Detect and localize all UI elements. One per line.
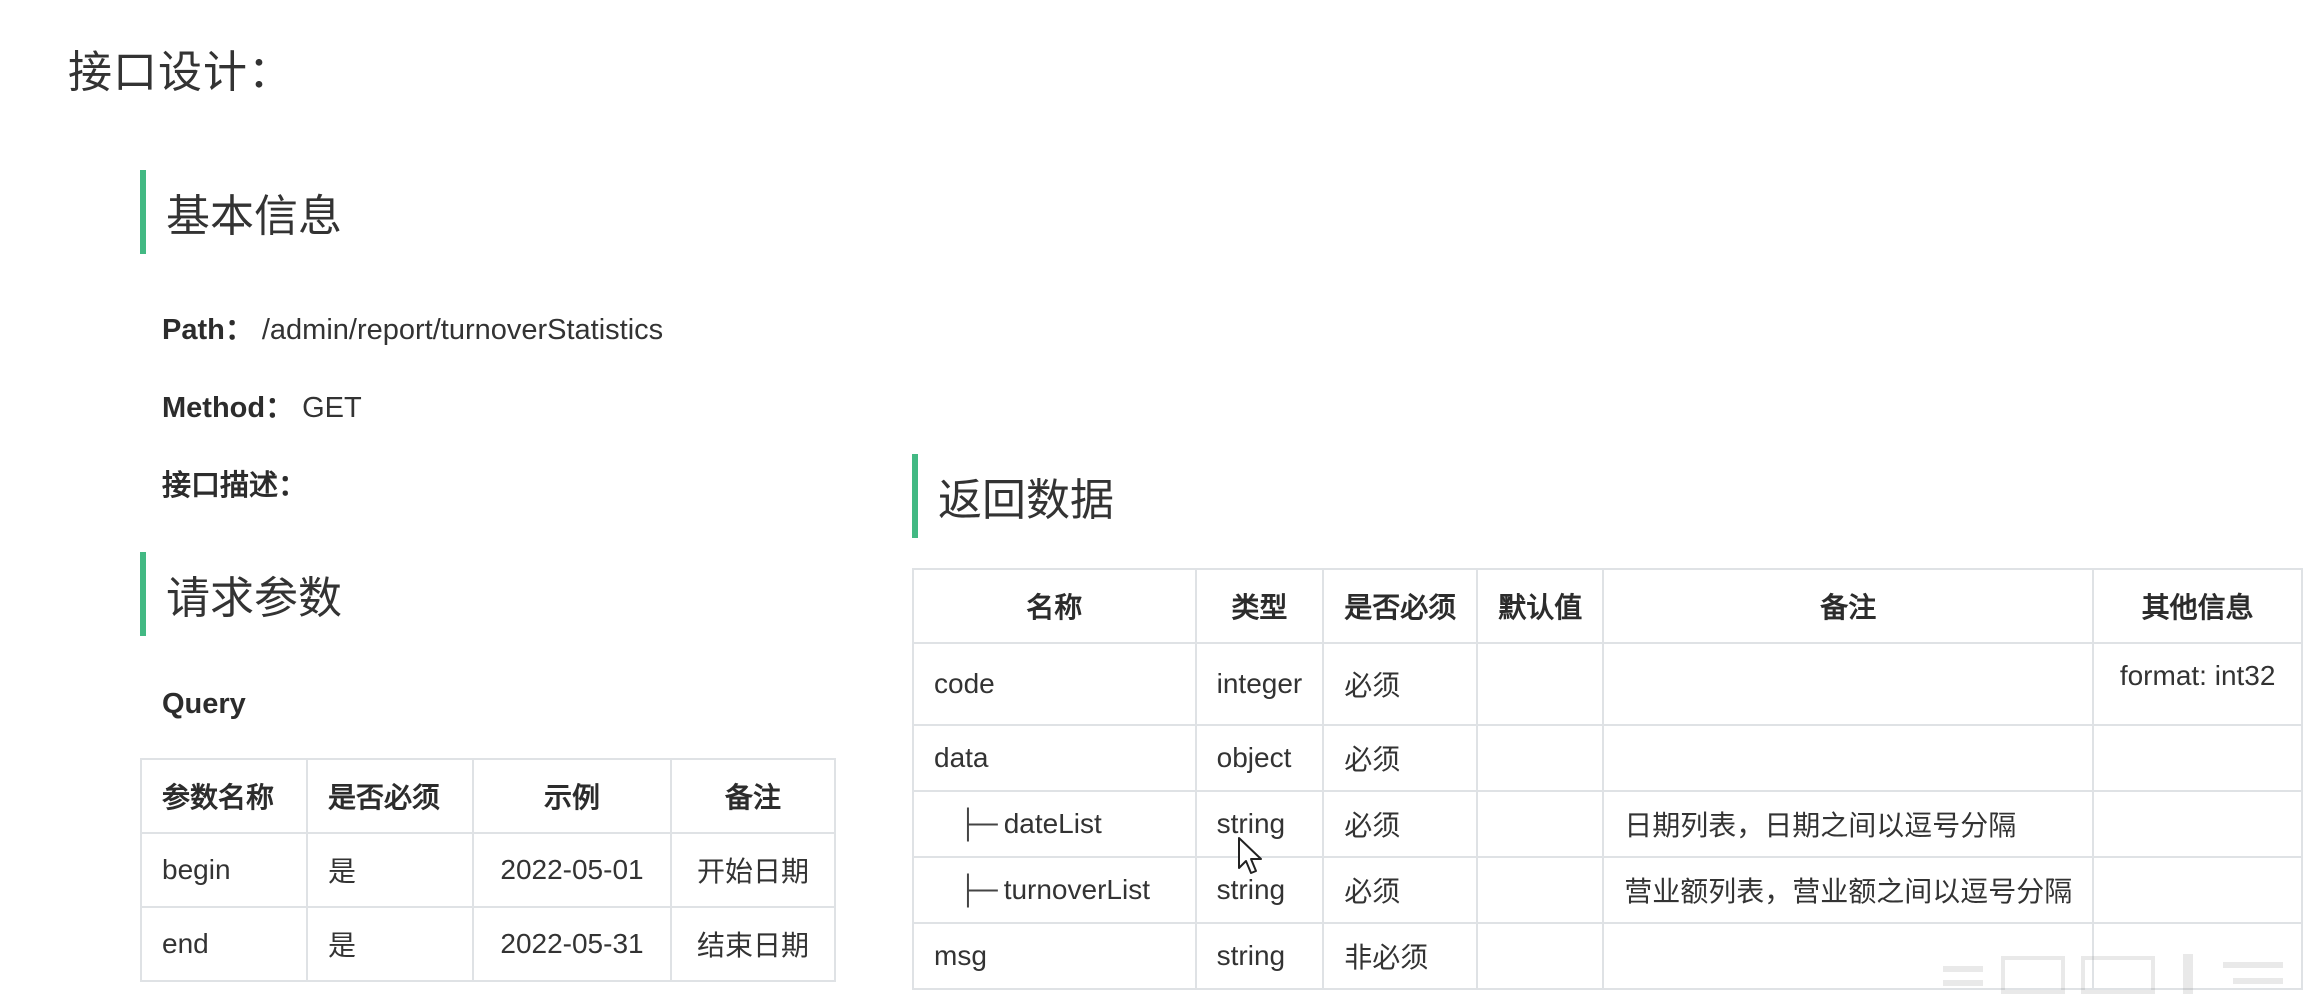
table-header-cell: 参数名称 bbox=[140, 758, 308, 834]
watermark-logo-icon bbox=[1943, 954, 2283, 994]
table-header-cell: 示例 bbox=[472, 758, 672, 834]
field-remark-cell bbox=[1602, 724, 2095, 792]
field-required-cell: 必须 bbox=[1322, 642, 1479, 726]
response-data-heading: 返回数据 bbox=[912, 454, 1114, 538]
field-type-cell: string bbox=[1194, 922, 1325, 990]
method-value: GET bbox=[302, 392, 362, 424]
table-row: begin 是 2022-05-01 开始日期 bbox=[140, 832, 836, 908]
field-type-cell: object bbox=[1194, 724, 1325, 792]
basic-info-heading: 基本信息 bbox=[140, 170, 342, 254]
desc-label: 接口描述： bbox=[162, 470, 308, 502]
field-other-cell: format: int32 bbox=[2092, 642, 2303, 726]
query-params-table: 参数名称 是否必须 示例 备注 begin 是 2022-05-01 开始日期 … bbox=[140, 758, 836, 982]
method-label: Method： bbox=[162, 392, 295, 424]
field-required-cell: 必须 bbox=[1322, 856, 1479, 924]
field-name-cell: ├─ dateList bbox=[912, 790, 1197, 858]
field-remark-cell: 日期列表，日期之间以逗号分隔 bbox=[1602, 790, 2095, 858]
table-header-row: 参数名称 是否必须 示例 备注 bbox=[140, 758, 836, 834]
field-remark-cell: 营业额列表，营业额之间以逗号分隔 bbox=[1602, 856, 2095, 924]
table-row: end 是 2022-05-31 结束日期 bbox=[140, 906, 836, 982]
field-other-cell bbox=[2092, 790, 2303, 858]
table-cell: 结束日期 bbox=[670, 906, 836, 982]
heading-accent-bar bbox=[140, 552, 146, 636]
method-line: Method： GET bbox=[162, 384, 362, 426]
table-header-cell: 名称 bbox=[912, 568, 1197, 644]
mouse-cursor-icon bbox=[1238, 837, 1262, 874]
table-header-row: 名称 类型 是否必须 默认值 备注 其他信息 bbox=[912, 568, 2303, 644]
response-data-heading-text: 返回数据 bbox=[938, 476, 1114, 525]
table-cell: end bbox=[140, 906, 308, 982]
heading-accent-bar bbox=[140, 170, 146, 254]
request-params-heading: 请求参数 bbox=[140, 552, 342, 636]
table-row: ├─ turnoverList string 必须 营业额列表，营业额之间以逗号分… bbox=[912, 856, 2303, 924]
path-line: Path：/admin/report/turnoverStatistics bbox=[162, 306, 663, 348]
table-cell: 是 bbox=[306, 906, 474, 982]
table-cell: 开始日期 bbox=[670, 832, 836, 908]
table-header-cell: 是否必须 bbox=[1322, 568, 1479, 644]
field-other-cell bbox=[2092, 724, 2303, 792]
field-default-cell bbox=[1476, 790, 1605, 858]
field-default-cell bbox=[1476, 856, 1605, 924]
field-default-cell bbox=[1476, 724, 1605, 792]
table-row: data object 必须 bbox=[912, 724, 2303, 792]
tree-branch-glyph: ├─ bbox=[958, 808, 998, 839]
basic-info-heading-text: 基本信息 bbox=[166, 192, 342, 241]
table-header-cell: 备注 bbox=[670, 758, 836, 834]
table-cell: 2022-05-31 bbox=[472, 906, 672, 982]
table-header-cell: 其他信息 bbox=[2092, 568, 2303, 644]
table-header-cell: 备注 bbox=[1602, 568, 2095, 644]
response-data-table: 名称 类型 是否必须 默认值 备注 其他信息 code integer 必须 f… bbox=[912, 568, 2303, 990]
table-header-cell: 是否必须 bbox=[306, 758, 474, 834]
table-row: code integer 必须 format: int32 bbox=[912, 642, 2303, 726]
field-required-cell: 必须 bbox=[1322, 790, 1479, 858]
table-cell: begin bbox=[140, 832, 308, 908]
path-value: /admin/report/turnoverStatistics bbox=[261, 314, 664, 346]
field-required-cell: 非必须 bbox=[1322, 922, 1479, 990]
field-name-cell: msg bbox=[912, 922, 1197, 990]
table-row: ├─ dateList string 必须 日期列表，日期之间以逗号分隔 bbox=[912, 790, 2303, 858]
api-doc-page: 接口设计： 基本信息 Path：/admin/report/turnoverSt… bbox=[0, 0, 2303, 1002]
field-default-cell bbox=[1476, 642, 1605, 726]
field-name-cell: ├─ turnoverList bbox=[912, 856, 1197, 924]
heading-accent-bar bbox=[912, 454, 918, 538]
table-header-cell: 类型 bbox=[1194, 568, 1325, 644]
desc-line: 接口描述： bbox=[162, 462, 307, 504]
page-title: 接口设计： bbox=[68, 48, 293, 97]
field-remark-cell bbox=[1602, 642, 2095, 726]
field-name-text: dateList bbox=[1003, 808, 1102, 839]
request-params-heading-text: 请求参数 bbox=[166, 574, 342, 623]
field-default-cell bbox=[1476, 922, 1605, 990]
field-required-cell: 必须 bbox=[1322, 724, 1479, 792]
path-label: Path： bbox=[162, 314, 254, 346]
query-label: Query bbox=[162, 688, 246, 720]
field-name-cell: data bbox=[912, 724, 1197, 792]
tree-branch-glyph: ├─ bbox=[958, 874, 998, 905]
table-cell: 2022-05-01 bbox=[472, 832, 672, 908]
field-name-cell: code bbox=[912, 642, 1197, 726]
table-cell: 是 bbox=[306, 832, 474, 908]
field-type-cell: integer bbox=[1194, 642, 1325, 726]
field-other-cell bbox=[2092, 856, 2303, 924]
table-header-cell: 默认值 bbox=[1476, 568, 1605, 644]
field-name-text: turnoverList bbox=[1003, 874, 1150, 905]
